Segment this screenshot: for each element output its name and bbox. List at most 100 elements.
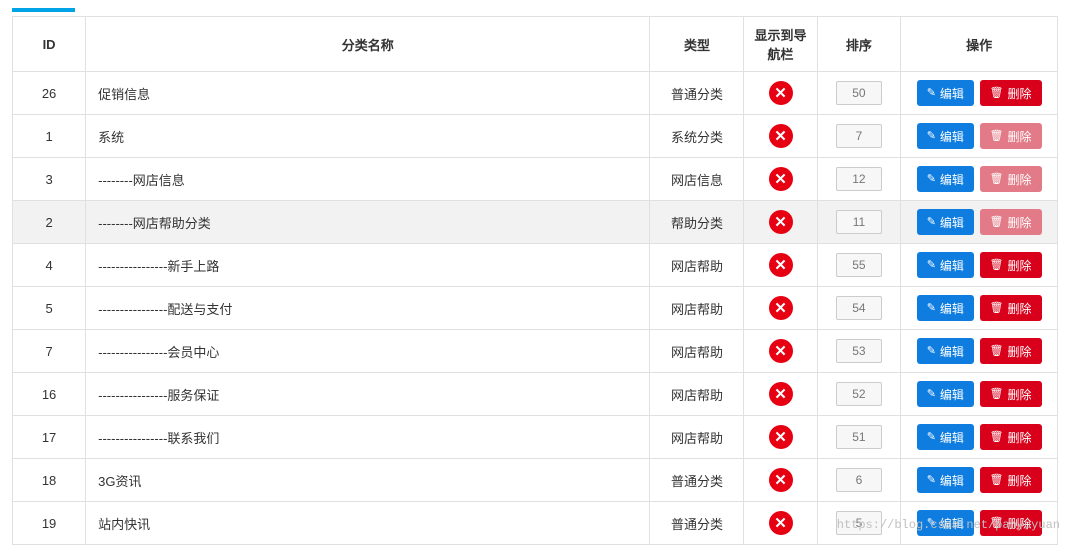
- col-header-sort: 排序: [817, 17, 901, 72]
- sort-input[interactable]: [836, 124, 882, 148]
- delete-button[interactable]: 🗑 删除: [980, 80, 1042, 106]
- pencil-icon: ✎: [927, 518, 936, 529]
- x-icon[interactable]: ✕: [769, 296, 793, 320]
- cell-type: 网店帮助: [650, 244, 744, 287]
- sort-input[interactable]: [836, 210, 882, 234]
- cell-id: 17: [13, 416, 86, 459]
- trash-icon: 🗑: [990, 217, 1004, 228]
- cell-name: ----------------联系我们: [86, 416, 650, 459]
- cell-nav: ✕: [744, 287, 817, 330]
- cell-id: 5: [13, 287, 86, 330]
- edit-button[interactable]: ✎ 编辑: [917, 510, 974, 536]
- cell-ops: ✎ 编辑 🗑 删除: [901, 416, 1058, 459]
- trash-icon: 🗑: [990, 174, 1004, 185]
- cell-ops: ✎ 编辑 🗑 删除: [901, 72, 1058, 115]
- delete-label: 删除: [1008, 85, 1032, 102]
- x-icon[interactable]: ✕: [769, 425, 793, 449]
- category-table: ID 分类名称 类型 显示到导航栏 排序 操作 26 促销信息 普通分类 ✕ ✎…: [12, 16, 1058, 545]
- x-icon[interactable]: ✕: [769, 124, 793, 148]
- cell-sort: [817, 502, 901, 545]
- cell-ops: ✎ 编辑 🗑 删除: [901, 330, 1058, 373]
- table-row: 3 --------网店信息 网店信息 ✕ ✎ 编辑 🗑 删除: [13, 158, 1058, 201]
- sort-input[interactable]: [836, 425, 882, 449]
- col-header-id: ID: [13, 17, 86, 72]
- cell-type: 普通分类: [650, 72, 744, 115]
- sort-input[interactable]: [836, 511, 882, 535]
- edit-label: 编辑: [940, 214, 964, 231]
- edit-button[interactable]: ✎ 编辑: [917, 123, 974, 149]
- sort-input[interactable]: [836, 339, 882, 363]
- cell-nav: ✕: [744, 158, 817, 201]
- delete-button[interactable]: 🗑 删除: [980, 252, 1042, 278]
- delete-button[interactable]: 🗑 删除: [980, 209, 1042, 235]
- col-header-ops: 操作: [901, 17, 1058, 72]
- cell-name: --------网店帮助分类: [86, 201, 650, 244]
- sort-input[interactable]: [836, 296, 882, 320]
- sort-input[interactable]: [836, 468, 882, 492]
- edit-label: 编辑: [940, 429, 964, 446]
- cell-id: 16: [13, 373, 86, 416]
- delete-button[interactable]: 🗑 删除: [980, 295, 1042, 321]
- x-icon[interactable]: ✕: [769, 339, 793, 363]
- edit-button[interactable]: ✎ 编辑: [917, 338, 974, 364]
- cell-nav: ✕: [744, 244, 817, 287]
- cell-name: ----------------配送与支付: [86, 287, 650, 330]
- delete-label: 删除: [1008, 171, 1032, 188]
- delete-button[interactable]: 🗑 删除: [980, 510, 1042, 536]
- edit-button[interactable]: ✎ 编辑: [917, 424, 974, 450]
- edit-button[interactable]: ✎ 编辑: [917, 467, 974, 493]
- cell-type: 普通分类: [650, 502, 744, 545]
- sort-input[interactable]: [836, 382, 882, 406]
- x-icon[interactable]: ✕: [769, 382, 793, 406]
- edit-button[interactable]: ✎ 编辑: [917, 252, 974, 278]
- sort-input[interactable]: [836, 81, 882, 105]
- delete-label: 删除: [1008, 515, 1032, 532]
- cell-ops: ✎ 编辑 🗑 删除: [901, 459, 1058, 502]
- cell-nav: ✕: [744, 72, 817, 115]
- pencil-icon: ✎: [927, 174, 936, 185]
- x-icon[interactable]: ✕: [769, 468, 793, 492]
- table-row: 1 系统 系统分类 ✕ ✎ 编辑 🗑 删除: [13, 115, 1058, 158]
- edit-label: 编辑: [940, 343, 964, 360]
- delete-button[interactable]: 🗑 删除: [980, 424, 1042, 450]
- edit-button[interactable]: ✎ 编辑: [917, 295, 974, 321]
- delete-button[interactable]: 🗑 删除: [980, 467, 1042, 493]
- x-icon[interactable]: ✕: [769, 210, 793, 234]
- sort-input[interactable]: [836, 167, 882, 191]
- col-header-nav: 显示到导航栏: [744, 17, 817, 72]
- cell-name: ----------------会员中心: [86, 330, 650, 373]
- table-row: 5 ----------------配送与支付 网店帮助 ✕ ✎ 编辑 🗑 删除: [13, 287, 1058, 330]
- delete-label: 删除: [1008, 472, 1032, 489]
- cell-sort: [817, 72, 901, 115]
- edit-label: 编辑: [940, 171, 964, 188]
- delete-label: 删除: [1008, 386, 1032, 403]
- cell-name: 系统: [86, 115, 650, 158]
- table-header-row: ID 分类名称 类型 显示到导航栏 排序 操作: [13, 17, 1058, 72]
- delete-button[interactable]: 🗑 删除: [980, 381, 1042, 407]
- cell-type: 网店帮助: [650, 416, 744, 459]
- edit-button[interactable]: ✎ 编辑: [917, 381, 974, 407]
- edit-label: 编辑: [940, 300, 964, 317]
- trash-icon: 🗑: [990, 475, 1004, 486]
- delete-label: 删除: [1008, 214, 1032, 231]
- cell-id: 19: [13, 502, 86, 545]
- delete-button[interactable]: 🗑 删除: [980, 338, 1042, 364]
- cell-sort: [817, 416, 901, 459]
- sort-input[interactable]: [836, 253, 882, 277]
- trash-icon: 🗑: [990, 518, 1004, 529]
- edit-button[interactable]: ✎ 编辑: [917, 80, 974, 106]
- x-icon[interactable]: ✕: [769, 511, 793, 535]
- pencil-icon: ✎: [927, 131, 936, 142]
- delete-button[interactable]: 🗑 删除: [980, 166, 1042, 192]
- edit-button[interactable]: ✎ 编辑: [917, 166, 974, 192]
- x-icon[interactable]: ✕: [769, 81, 793, 105]
- x-icon[interactable]: ✕: [769, 167, 793, 191]
- edit-button[interactable]: ✎ 编辑: [917, 209, 974, 235]
- delete-button[interactable]: 🗑 删除: [980, 123, 1042, 149]
- cell-nav: ✕: [744, 459, 817, 502]
- cell-name: --------网店信息: [86, 158, 650, 201]
- trash-icon: 🗑: [990, 88, 1004, 99]
- cell-ops: ✎ 编辑 🗑 删除: [901, 502, 1058, 545]
- table-row: 17 ----------------联系我们 网店帮助 ✕ ✎ 编辑 🗑 删除: [13, 416, 1058, 459]
- x-icon[interactable]: ✕: [769, 253, 793, 277]
